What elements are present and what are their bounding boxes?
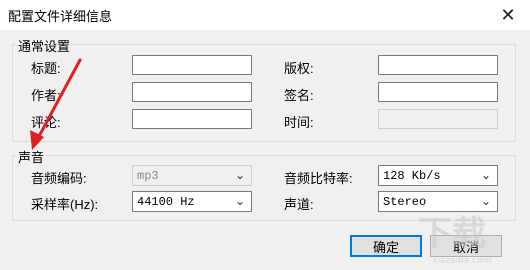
watermark-url: xiazaiba.com [432,256,492,266]
title-input[interactable] [132,55,252,75]
comment-input[interactable] [132,109,252,129]
codec-select: mp3 ⌄ [132,165,252,186]
time-input [378,109,498,129]
title-label: 标题: [31,61,61,76]
bitrate-select[interactable]: 128 Kb/s ⌄ [378,165,498,186]
window-title: 配置文件详细信息 [8,9,113,24]
samplerate-value: 44100 Hz [137,195,195,209]
copyright-input[interactable] [378,55,498,75]
general-settings-legend: 通常设置 [16,36,73,55]
title-bar: 配置文件详细信息 ✕ [0,0,530,30]
codec-value: mp3 [137,169,159,183]
signature-label: 签名: [284,88,314,103]
codec-label: 音频编码: [31,171,87,186]
close-icon[interactable]: ✕ [486,0,530,30]
signature-input[interactable] [378,82,498,102]
audio-settings-legend: 声音 [16,147,47,166]
chevron-down-icon: ⌄ [480,168,491,182]
time-label: 时间: [284,115,314,130]
author-label: 作者: [31,88,61,103]
watermark-logo: 下载 [418,214,486,254]
samplerate-label: 采样率(Hz): [31,197,99,212]
copyright-label: 版权: [284,61,314,76]
samplerate-select[interactable]: 44100 Hz ⌄ [132,191,252,212]
author-input[interactable] [132,82,252,102]
chevron-down-icon: ⌄ [234,168,245,182]
bitrate-label: 音频比特率: [284,171,353,186]
profile-details-dialog: 配置文件详细信息 ✕ 通常设置 标题: 作者: 评论: 版权: 签名: 时间: … [0,0,530,270]
comment-label: 评论: [31,115,61,130]
chevron-down-icon: ⌄ [234,194,245,208]
ok-button[interactable]: 确定 [350,235,422,257]
channel-label: 声道: [284,197,314,212]
bitrate-value: 128 Kb/s [383,169,441,183]
